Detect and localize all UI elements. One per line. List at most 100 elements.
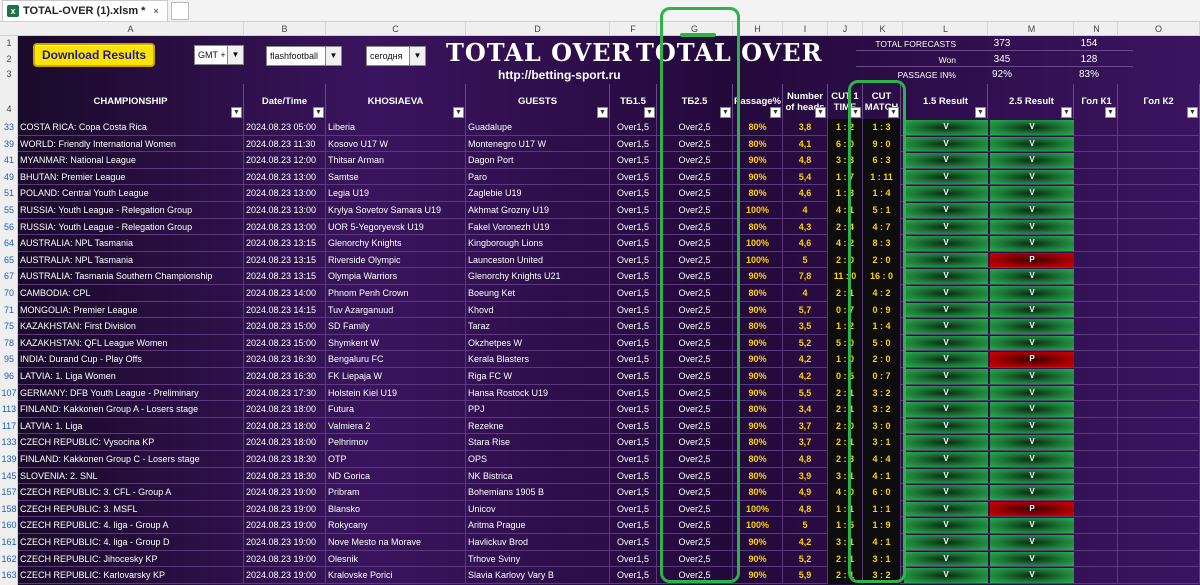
filter-dropdown-icon[interactable]: ▼ (453, 107, 464, 118)
cell-heads[interactable]: 4,6 (783, 235, 828, 252)
cell-home[interactable]: OTP (326, 451, 466, 468)
cell-home[interactable]: Pribram (326, 484, 466, 501)
cell-dt[interactable]: 2024.08.23 19:00 (244, 567, 326, 584)
cell-gk1[interactable] (1076, 384, 1118, 402)
cell-home[interactable]: Kralovske Porici (326, 567, 466, 584)
row-number[interactable]: 161 (0, 537, 18, 547)
cell-tb15[interactable]: Over1,5 (610, 451, 657, 468)
result-25-cell[interactable]: V (990, 153, 1074, 168)
result-25-cell[interactable]: V (990, 186, 1074, 201)
cell-guest[interactable]: Montenegro U17 W (466, 135, 610, 153)
result-25-cell[interactable]: V (990, 535, 1074, 550)
cell-tb15[interactable]: Over1,5 (610, 285, 657, 302)
row-number[interactable]: 56 (0, 222, 18, 232)
cell-guest[interactable]: Rezekne (466, 417, 610, 435)
cell-guest[interactable]: Launceston United (466, 251, 610, 269)
cell-pct[interactable]: 90% (733, 368, 783, 385)
result-25-cell[interactable]: V (990, 369, 1074, 384)
cell-guest[interactable]: Unicov (466, 500, 610, 518)
cell-heads[interactable]: 5 (783, 517, 828, 534)
cell-home[interactable]: Olympia Warriors (326, 268, 466, 285)
cell-gk2[interactable] (1118, 318, 1200, 335)
column-letter[interactable]: H (733, 22, 783, 36)
result-15-cell[interactable]: V (904, 153, 988, 168)
cell-gk2[interactable] (1118, 451, 1200, 468)
row-number[interactable]: 78 (0, 338, 18, 348)
cell-heads[interactable]: 4,6 (783, 185, 828, 202)
cell-gk2[interactable] (1118, 384, 1200, 402)
cell-home[interactable]: Tuv Azarganuud (326, 301, 466, 319)
result-15-cell[interactable]: V (904, 369, 988, 384)
column-letter[interactable]: J (828, 22, 863, 36)
cell-champ[interactable]: CZECH REPUBLIC: 4. liga - Group D (18, 534, 244, 551)
cell-gk1[interactable] (1076, 235, 1118, 252)
result-15-cell[interactable]: V (904, 568, 988, 583)
cell-guest[interactable]: Khovd (466, 301, 610, 319)
column-letter[interactable]: K (863, 22, 903, 36)
cell-gk2[interactable] (1118, 534, 1200, 551)
cell-pct[interactable]: 100% (733, 235, 783, 252)
cell-pct[interactable]: 90% (733, 550, 783, 568)
cell-heads[interactable]: 3,7 (783, 417, 828, 435)
cell-guest[interactable]: Okzhetpes W (466, 334, 610, 352)
cell-pct[interactable]: 80% (733, 218, 783, 236)
column-letter[interactable]: A (18, 22, 244, 36)
cell-tb15[interactable]: Over1,5 (610, 401, 657, 418)
cell-dt[interactable]: 2024.08.23 13:15 (244, 251, 326, 269)
cell-guest[interactable]: Havlickuv Brod (466, 534, 610, 551)
cell-heads[interactable]: 5 (783, 251, 828, 269)
cell-champ[interactable]: AUSTRALIA: NPL Tasmania (18, 235, 244, 252)
result-15-cell[interactable]: V (904, 518, 988, 533)
cell-guest[interactable]: Dagon Port (466, 152, 610, 169)
cell-dt[interactable]: 2024.08.23 13:00 (244, 168, 326, 186)
column-letter[interactable]: N (1076, 22, 1118, 36)
cell-home[interactable]: Krylya Sovetov Samara U19 (326, 202, 466, 219)
column-letter[interactable]: F (610, 22, 657, 36)
filter-dropdown-icon[interactable]: ▼ (1187, 107, 1198, 118)
cell-guest[interactable]: Guadalupe (466, 119, 610, 136)
cell-pct[interactable]: 90% (733, 301, 783, 319)
cell-home[interactable]: Shymkent W (326, 334, 466, 352)
result-15-cell[interactable]: V (904, 335, 988, 351)
cell-guest[interactable]: Trhove Sviny (466, 550, 610, 568)
cell-guest[interactable]: Aritma Prague (466, 517, 610, 534)
cell-heads[interactable]: 5,2 (783, 550, 828, 568)
cell-home[interactable]: Futura (326, 401, 466, 418)
cell-champ[interactable]: LATVIA: 1. Liga Women (18, 368, 244, 385)
result-15-cell[interactable]: V (904, 535, 988, 550)
cell-guest[interactable]: Bohemians 1905 B (466, 484, 610, 501)
cell-tb15[interactable]: Over1,5 (610, 318, 657, 335)
cell-gk2[interactable] (1118, 401, 1200, 418)
cell-champ[interactable]: CZECH REPUBLIC: Vysocina KP (18, 434, 244, 451)
cell-guest[interactable]: Slavia Karlovy Vary B (466, 567, 610, 584)
cell-dt[interactable]: 2024.08.23 13:00 (244, 202, 326, 219)
cell-heads[interactable]: 3,5 (783, 318, 828, 335)
cell-heads[interactable]: 4,1 (783, 135, 828, 153)
cell-heads[interactable]: 3,4 (783, 401, 828, 418)
cell-home[interactable]: Valmiera 2 (326, 417, 466, 435)
row-number[interactable]: 55 (0, 205, 18, 215)
cell-dt[interactable]: 2024.08.23 14:15 (244, 301, 326, 319)
cell-dt[interactable]: 2024.08.23 18:00 (244, 401, 326, 418)
cell-gk1[interactable] (1076, 152, 1118, 169)
cell-pct[interactable]: 80% (733, 318, 783, 335)
cell-tb15[interactable]: Over1,5 (610, 351, 657, 368)
cell-gk1[interactable] (1076, 368, 1118, 385)
cell-gk1[interactable] (1076, 135, 1118, 153)
cell-tb15[interactable]: Over1,5 (610, 417, 657, 435)
cell-home[interactable]: Glenorchy Knights (326, 235, 466, 252)
filter-dropdown-icon[interactable]: ▼ (815, 107, 826, 118)
cell-heads[interactable]: 5,4 (783, 168, 828, 186)
cell-gk1[interactable] (1076, 500, 1118, 518)
cell-tb15[interactable]: Over1,5 (610, 135, 657, 153)
cell-dt[interactable]: 2024.08.23 11:30 (244, 135, 326, 153)
cell-tb15[interactable]: Over1,5 (610, 119, 657, 136)
result-25-cell[interactable]: V (990, 468, 1074, 484)
cell-pct[interactable]: 90% (733, 152, 783, 169)
result-25-cell[interactable]: V (990, 319, 1074, 334)
row-number[interactable]: 75 (0, 321, 18, 331)
cell-pct[interactable]: 90% (733, 417, 783, 435)
cell-pct[interactable]: 80% (733, 484, 783, 501)
cell-pct[interactable]: 90% (733, 567, 783, 584)
result-15-cell[interactable]: V (904, 402, 988, 417)
